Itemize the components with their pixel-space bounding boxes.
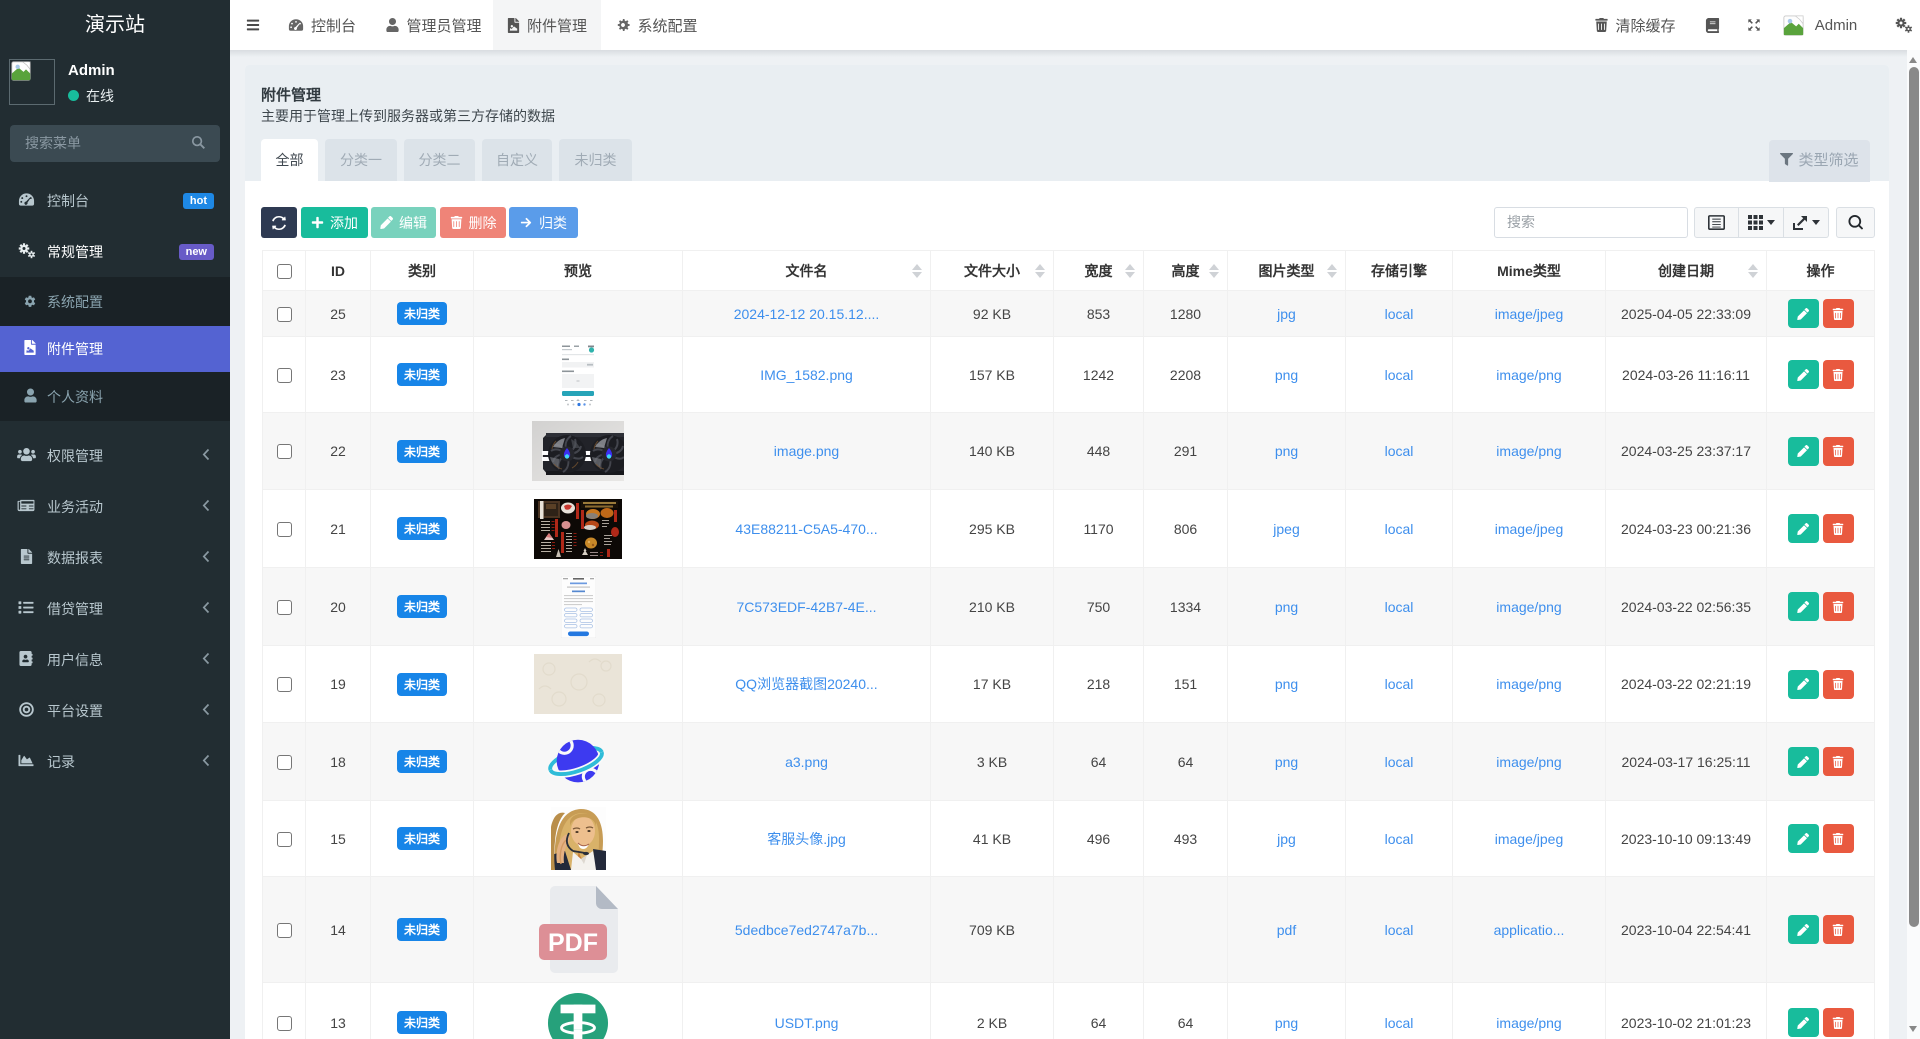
svg-text:PDF: PDF <box>548 929 598 957</box>
